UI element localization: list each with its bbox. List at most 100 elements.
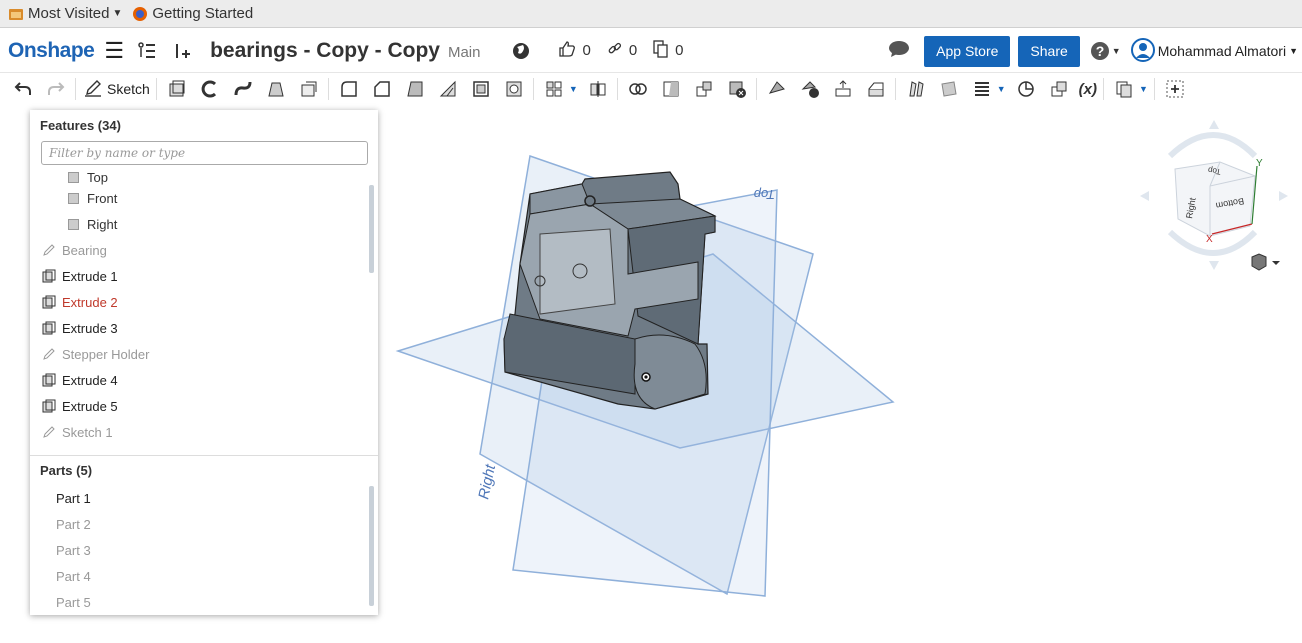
copies-counter[interactable]: 0 [653,39,684,62]
feature-label: Extrude 2 [62,294,118,310]
chevron-down-icon[interactable]: ▼ [569,84,578,94]
chamfer-icon[interactable] [369,76,395,102]
feature-item-stepper-holder[interactable]: Stepper Holder [42,342,149,366]
links-counter[interactable]: 0 [607,41,637,61]
feature-filter-input[interactable]: Filter by name or type [41,141,368,165]
likes-counter[interactable]: 0 [558,40,591,62]
user-menu[interactable]: Mohammad Almatori ▼ [1130,37,1298,65]
feature-label: Sketch 1 [62,424,113,440]
pattern-icon[interactable] [541,76,567,102]
feature-item-right[interactable]: Right [68,212,117,236]
pencil-icon [84,79,102,100]
rib-icon[interactable] [435,76,461,102]
onshape-logo[interactable]: Onshape [8,39,95,63]
app-header: Onshape ☰ bearings - Copy - Copy Main 0 … [0,29,1302,73]
extrude-icon [42,295,56,309]
feature-item-extrude-1[interactable]: Extrude 1 [42,264,118,288]
feature-label: Bearing [62,242,107,258]
feature-item-extrude-3[interactable]: Extrude 3 [42,316,118,340]
revolve-icon[interactable] [197,76,223,102]
variable-icon[interactable]: (x) [1079,76,1097,102]
replace-face-icon[interactable] [863,76,889,102]
extrude-icon [42,399,56,413]
chevron-down-icon[interactable]: ▼ [997,84,1006,94]
redo-icon[interactable] [43,76,69,102]
feature-item-sketch-1[interactable]: Sketch 1 [42,420,113,444]
globe-icon[interactable] [510,40,532,62]
loft-icon[interactable] [263,76,289,102]
chevron-down-icon[interactable]: ▼ [1139,84,1148,94]
most-visited-bookmark[interactable]: Most Visited ▼ [8,5,122,22]
axis-y-label: Y [1256,158,1263,169]
feature-item-extrude-5[interactable]: Extrude 5 [42,394,118,418]
likes-count: 0 [582,42,591,59]
fillet-icon[interactable] [336,76,362,102]
boolean-icon[interactable] [625,76,651,102]
app-store-button[interactable]: App Store [924,35,1011,67]
helix-icon[interactable] [969,76,995,102]
feature-item-bearing[interactable]: Bearing [42,238,107,262]
toolbar-divider [616,78,618,100]
feature-label: Front [87,190,118,206]
feature-item-extrude-2[interactable]: Extrude 2 [42,290,118,314]
extrude-icon [42,269,56,283]
measure-icon[interactable] [1013,76,1039,102]
sketch-button[interactable]: Sketch [84,79,150,100]
toolbar-divider [1153,78,1155,100]
graphics-viewport[interactable]: Top Right Top Right Bottom X Y [380,104,1302,638]
folder-icon [8,6,24,22]
share-button[interactable]: Share [1018,35,1080,67]
shell-icon[interactable] [468,76,494,102]
draft-icon[interactable] [402,76,428,102]
move-face-icon[interactable] [830,76,856,102]
top-plane-label: Top [754,187,775,202]
custom-features-icon[interactable] [1111,76,1137,102]
help-icon[interactable]: ? ▼ [1090,41,1121,61]
part-item-4[interactable]: Part 4 [56,569,91,584]
undo-icon[interactable] [10,76,36,102]
toolbar-divider [327,78,329,100]
plane-icon[interactable] [936,76,962,102]
feature-list-icon[interactable] [136,40,158,62]
feature-item-extrude-4[interactable]: Extrude 4 [42,368,118,392]
add-tab-icon[interactable] [170,40,192,62]
feature-item-front[interactable]: Front [68,186,117,210]
comment-icon[interactable] [888,40,910,63]
document-title[interactable]: bearings - Copy - Copy [210,39,440,63]
mate-connector-icon[interactable] [1046,76,1072,102]
parts-scrollbar[interactable] [369,486,374,606]
hole-icon[interactable] [501,76,527,102]
chevron-down-icon: ▼ [1111,46,1121,56]
modify-fillet-icon[interactable] [764,76,790,102]
feature-label: Top [87,170,108,185]
add-tool-icon[interactable] [1162,76,1188,102]
right-plane-label: Right [475,462,499,501]
feature-scrollbar[interactable] [369,185,374,273]
most-visited-label: Most Visited [28,5,110,22]
part-item-5[interactable]: Part 5 [56,595,91,610]
split-icon[interactable] [658,76,684,102]
mirror-icon[interactable] [585,76,611,102]
offset-surface-icon[interactable] [903,76,929,102]
toolbar-divider [532,78,534,100]
transform-icon[interactable] [691,76,717,102]
part-item-3[interactable]: Part 3 [56,543,91,558]
thicken-icon[interactable] [296,76,322,102]
sweep-icon[interactable] [230,76,256,102]
plane-icon [68,218,79,230]
toolbar-divider [755,78,757,100]
feature-label: Stepper Holder [62,346,150,362]
header-right: App Store Share ? ▼ Mohammad Almatori ▼ [888,29,1298,73]
plane-icon [68,171,79,183]
toolbar-divider [155,78,157,100]
getting-started-bookmark[interactable]: Getting Started [132,5,253,22]
delete-part-icon[interactable] [724,76,750,102]
part-item-1[interactable]: Part 1 [56,491,91,506]
menu-icon[interactable]: ☰ [104,38,124,64]
bearing-model [503,171,717,410]
axis-x-label: X [1206,234,1213,245]
delete-face-icon[interactable] [797,76,823,102]
extrude-icon[interactable] [164,76,190,102]
branch-name[interactable]: Main [448,44,481,61]
part-item-2[interactable]: Part 2 [56,517,91,532]
